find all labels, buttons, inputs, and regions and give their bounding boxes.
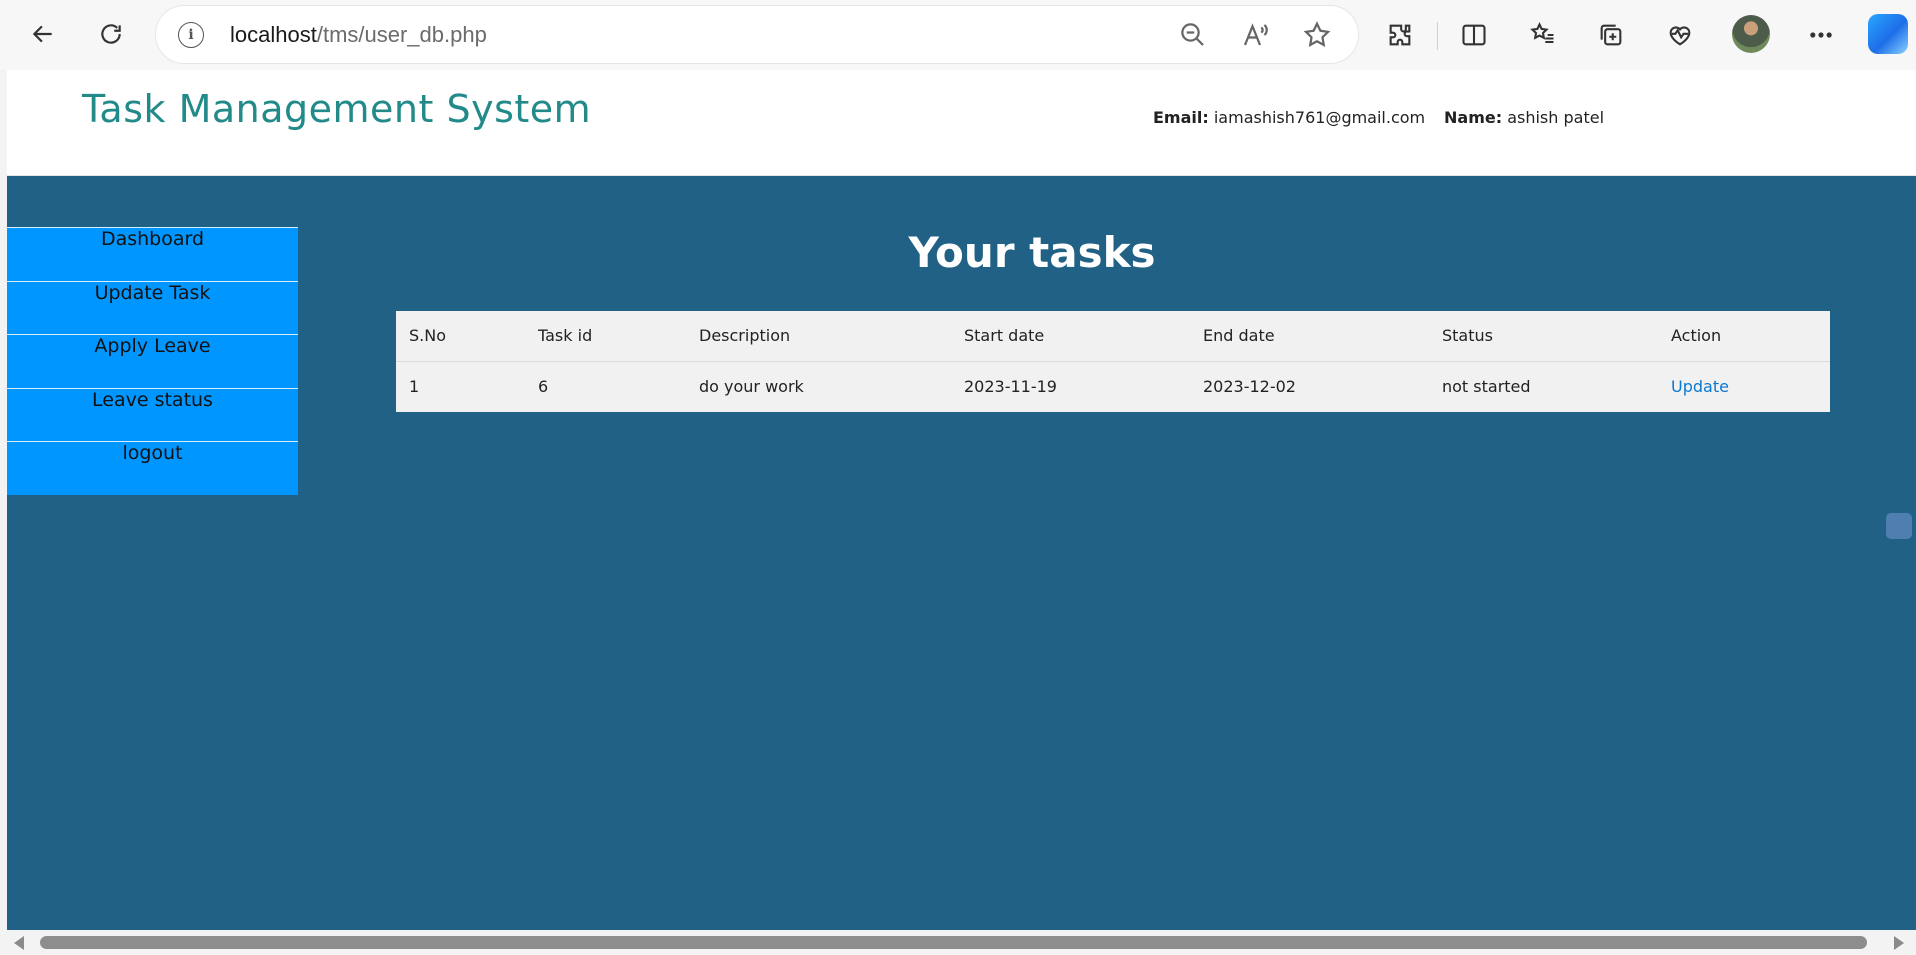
email-value: iamashish761@gmail.com [1213,108,1426,127]
column-header: Description [686,311,951,362]
update-link[interactable]: Update [1671,377,1729,396]
table-row: 1 6 do your work 2023-11-19 2023-12-02 n… [396,361,1830,412]
browser-essentials-icon[interactable] [1663,18,1697,52]
copilot-icon[interactable] [1868,14,1908,54]
back-button[interactable] [23,14,63,54]
sidebar-item-update-task[interactable]: Update Task [7,280,298,335]
read-aloud-icon[interactable] [1240,20,1270,50]
browser-toolbar: i localhost/tms/user_db.php [0,0,1916,70]
table-header-row: S.No Task id Description Start date End … [396,311,1830,362]
user-email: Email: iamashish761@gmail.com [1153,108,1425,127]
floating-tool-icon[interactable] [1886,513,1912,539]
main-content: Dashboard Update Task Apply Leave Leave … [7,176,1916,930]
cell-end-date: 2023-12-02 [1203,377,1296,397]
email-label: Email: [1153,108,1209,127]
site-title: Task Management System [82,87,592,131]
page-viewport: Task Management System Email: iamashish7… [7,70,1916,930]
url-text[interactable]: localhost/tms/user_db.php [230,22,487,48]
column-header: End date [1190,311,1429,362]
tasks-table: S.No Task id Description Start date End … [396,311,1830,412]
scroll-right-icon[interactable] [1894,936,1904,950]
profile-avatar[interactable] [1732,15,1770,53]
page-title: Your tasks [908,228,1156,277]
user-name: Name: ashish patel [1444,108,1604,127]
refresh-icon [101,24,121,44]
column-header: Start date [951,311,1190,362]
url-host: localhost [230,22,317,47]
url-path: /tms/user_db.php [316,22,487,47]
cell-description: do your work [699,377,804,397]
back-arrow-icon [32,25,52,43]
split-screen-icon[interactable] [1457,18,1491,52]
extensions-icon[interactable] [1383,18,1417,52]
column-header: S.No [396,311,525,362]
scrollbar-thumb[interactable] [40,936,1867,949]
zoom-out-icon[interactable] [1178,20,1208,50]
favorites-list-icon[interactable] [1526,18,1560,52]
name-label: Name: [1444,108,1503,127]
toolbar-divider [1437,22,1438,50]
favorite-star-icon[interactable] [1302,20,1332,50]
name-value: ashish patel [1507,108,1605,127]
more-options-icon[interactable] [1804,18,1838,52]
sidebar-item-logout[interactable]: logout [7,441,298,495]
collections-icon[interactable] [1594,18,1628,52]
cell-sno: 1 [409,377,420,397]
column-header: Action [1658,311,1830,362]
cell-start-date: 2023-11-19 [964,377,1057,397]
refresh-button[interactable] [91,14,131,54]
horizontal-scrollbar[interactable] [0,930,1916,955]
sidebar-item-leave-status[interactable]: Leave status [7,387,298,442]
column-header: Task id [525,311,686,362]
address-bar[interactable]: i localhost/tms/user_db.php [156,6,1358,63]
cell-status: not started [1442,377,1531,397]
site-header: Task Management System Email: iamashish7… [7,70,1916,176]
cell-task-id: 6 [538,377,549,397]
sidebar-item-apply-leave[interactable]: Apply Leave [7,334,298,388]
scroll-left-icon[interactable] [14,936,24,950]
column-header: Status [1429,311,1658,362]
site-info-icon[interactable]: i [178,22,204,48]
cell-action: Update [1658,361,1830,412]
